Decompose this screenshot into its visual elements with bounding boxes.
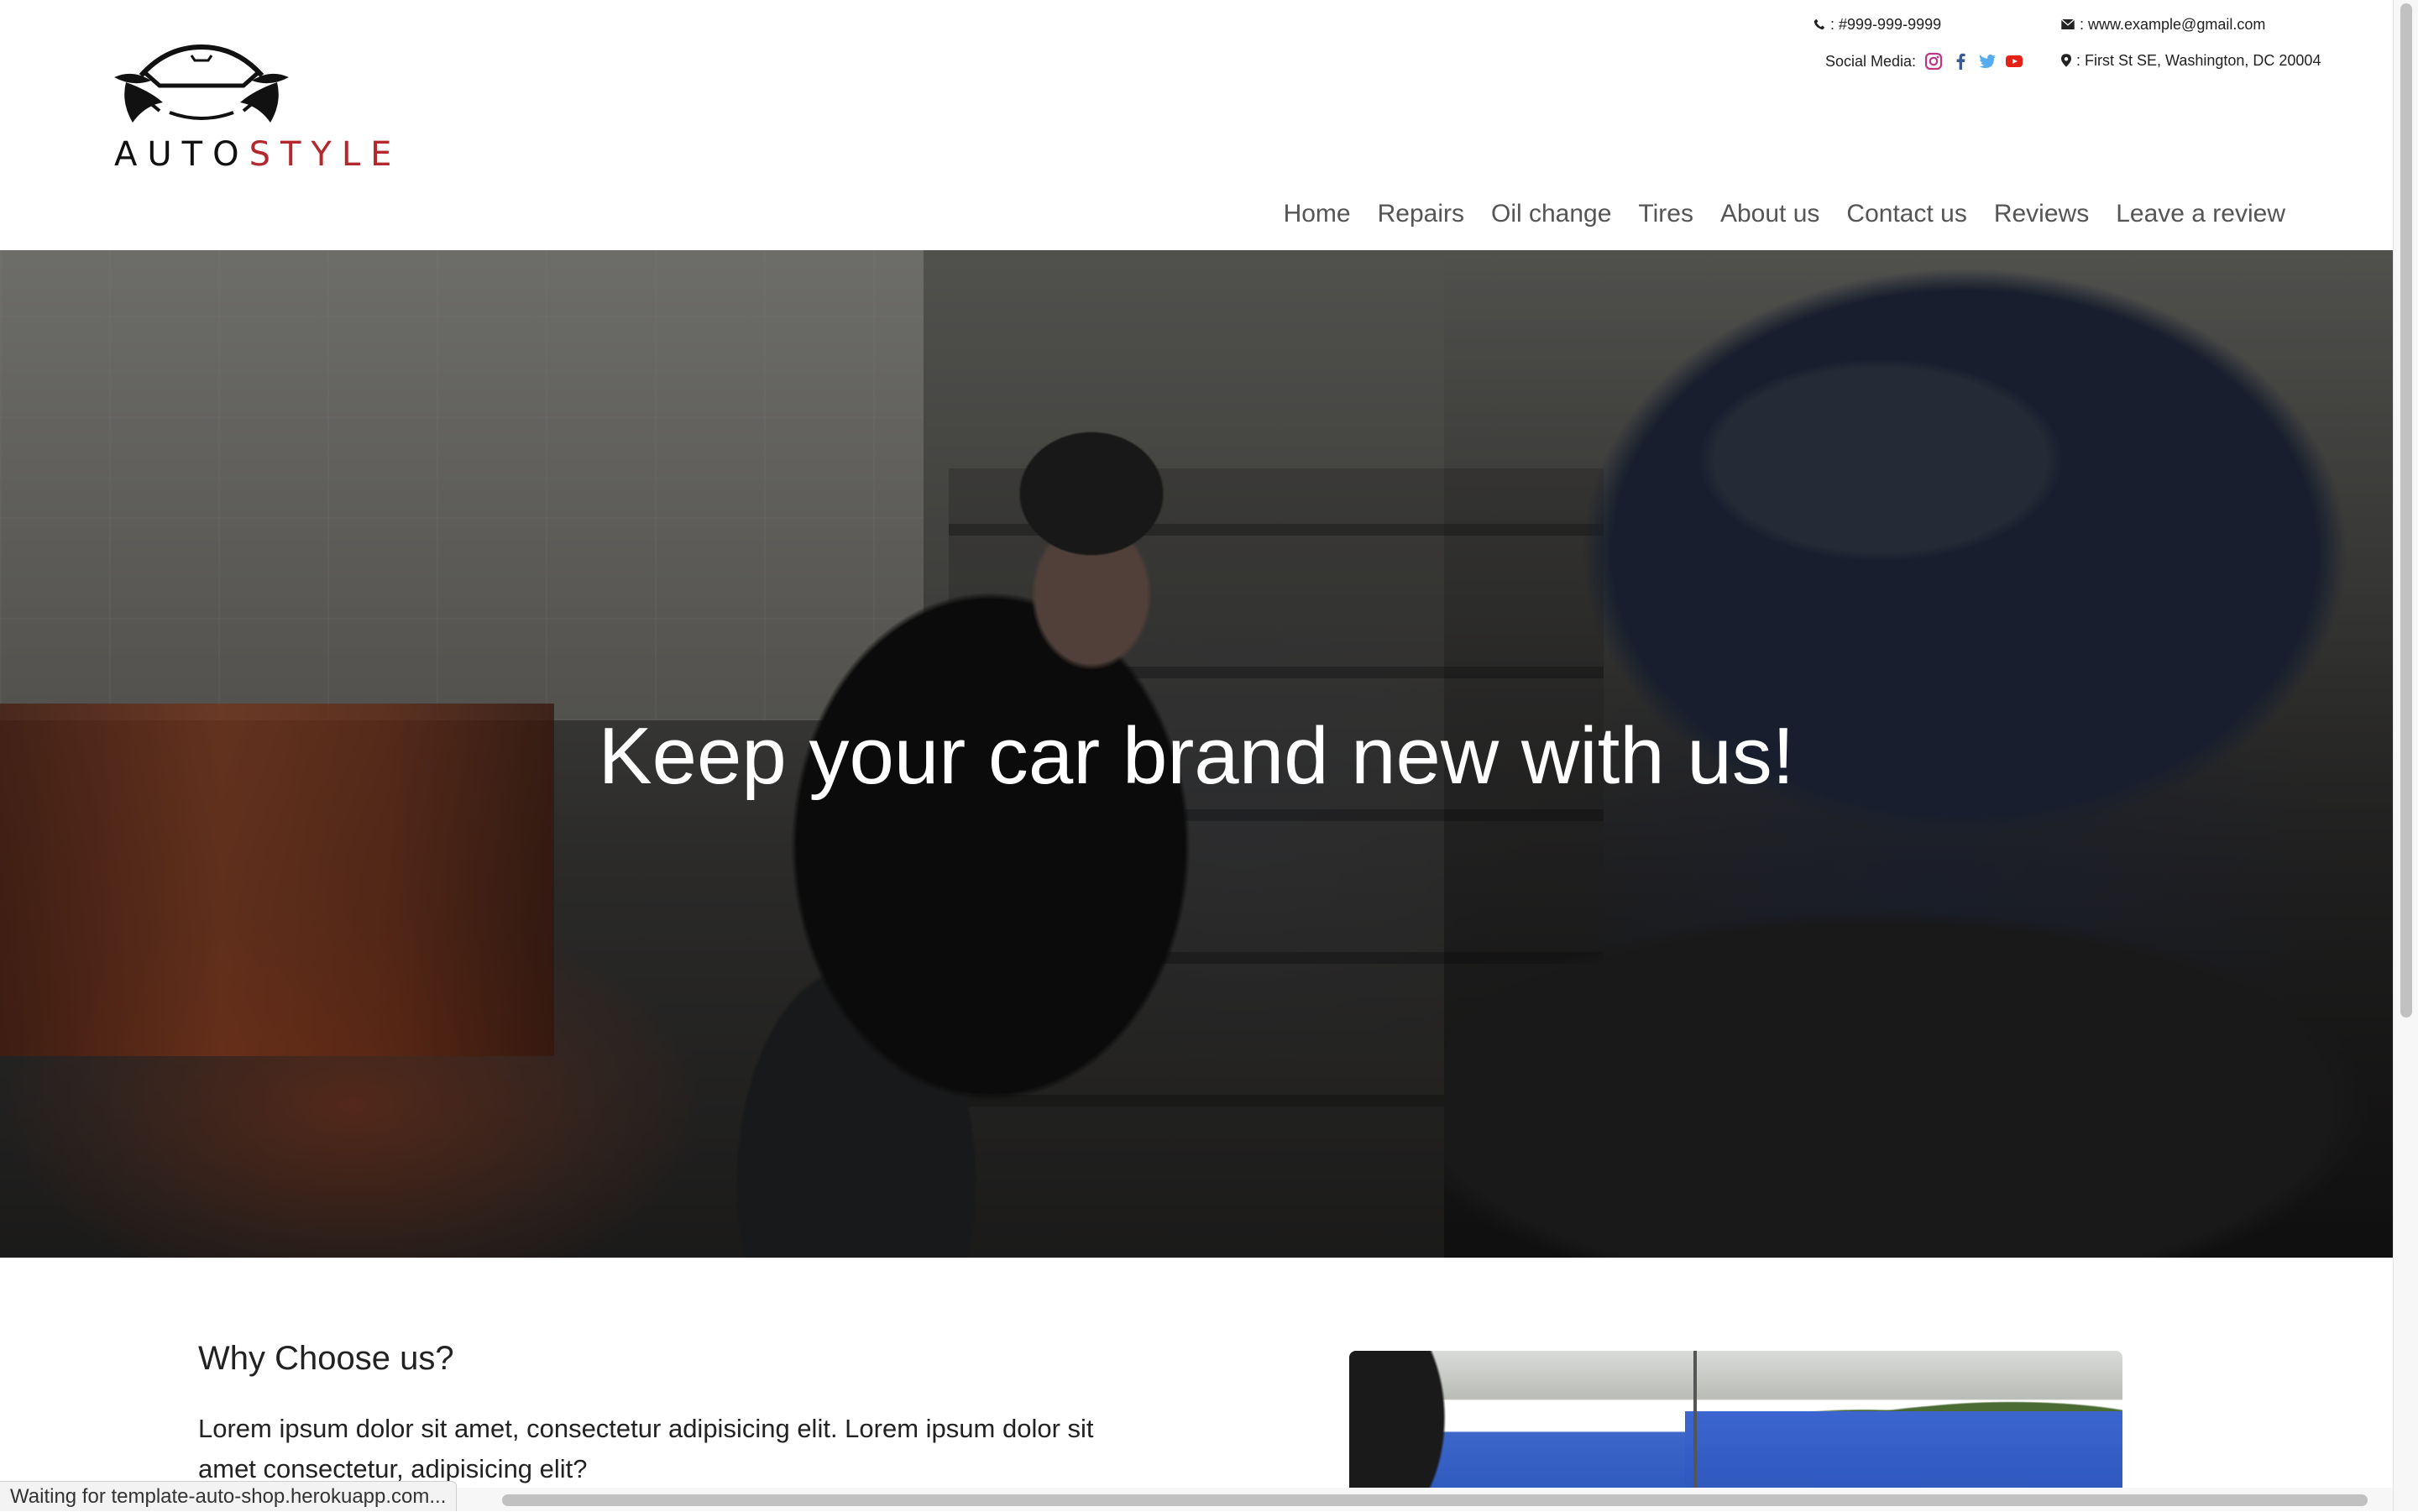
hero-banner: Keep your car brand new with us! [0, 250, 2393, 1258]
street-address: : First St SE, Washington, DC 20004 [2076, 52, 2321, 69]
nav-item-contact-us[interactable]: Contact us [1846, 200, 1966, 228]
phone-contact: : #999-999-9999 [1814, 17, 1941, 32]
phone-icon [1814, 18, 1825, 30]
nav-item-reviews[interactable]: Reviews [1994, 200, 2089, 228]
horizontal-scrollbar-thumb[interactable] [502, 1494, 2368, 1506]
map-pin-icon [2061, 54, 2071, 67]
main-navigation: Home Repairs Oil change Tires About us C… [1284, 200, 2285, 228]
nav-item-tires[interactable]: Tires [1638, 200, 1693, 228]
nav-item-leave-a-review[interactable]: Leave a review [2116, 200, 2285, 228]
why-choose-us-heading: Why Choose us? [198, 1340, 454, 1377]
nav-item-about-us[interactable]: About us [1720, 200, 1819, 228]
email-contact: : www.example@gmail.com [2061, 17, 2265, 32]
phone-number[interactable]: : #999-999-9999 [1830, 17, 1941, 32]
why-choose-us-text: Lorem ipsum dolor sit amet, consectetur … [198, 1414, 1094, 1483]
social-media-label: Social Media: [1825, 53, 1917, 70]
nav-item-home[interactable]: Home [1284, 200, 1351, 228]
hero-title: Keep your car brand new with us! [598, 711, 1795, 801]
autostyle-logo[interactable]: AUTOSTYLE [107, 44, 391, 186]
site-header: AUTOSTYLE : #999-999-9999 : www.example@… [0, 0, 2393, 250]
social-media: Social Media: [1825, 52, 2023, 71]
youtube-icon[interactable] [2005, 52, 2023, 71]
facebook-icon[interactable] [1951, 52, 1970, 71]
nav-item-repairs[interactable]: Repairs [1378, 200, 1464, 228]
vertical-scrollbar[interactable] [2393, 0, 2418, 1511]
logo-wordmark: AUTOSTYLE [114, 138, 401, 171]
envelope-icon [2061, 19, 2075, 29]
twitter-icon[interactable] [1978, 52, 1997, 71]
car-front-logo-icon [114, 44, 289, 123]
browser-status-bar: Waiting for template-auto-shop.herokuapp… [0, 1481, 458, 1511]
instagram-icon[interactable] [1924, 52, 1943, 71]
logo-word-style: STYLE [249, 135, 402, 174]
nav-item-oil-change[interactable]: Oil change [1491, 200, 1611, 228]
logo-word-auto: AUTO [114, 135, 249, 174]
email-address[interactable]: : www.example@gmail.com [2080, 17, 2265, 32]
vertical-scrollbar-thumb[interactable] [2400, 3, 2412, 1018]
address-contact: : First St SE, Washington, DC 20004 [2061, 53, 2321, 68]
